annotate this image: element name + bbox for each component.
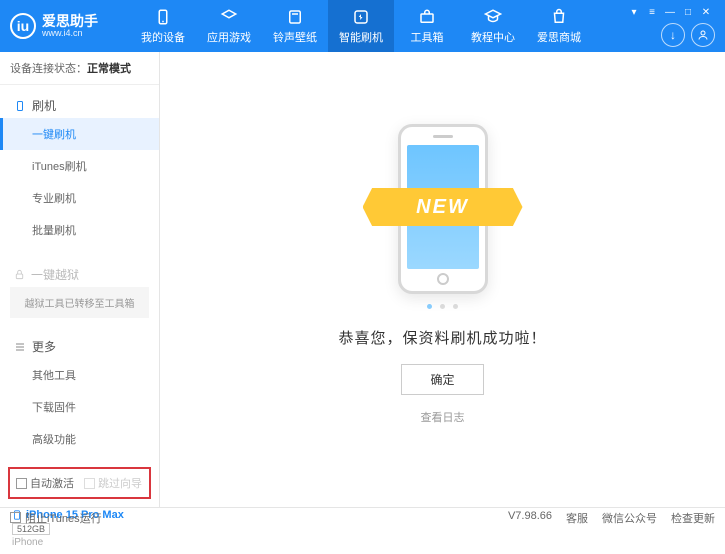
new-badge: NEW [363,188,523,226]
tutorial-icon [483,7,503,27]
menu-button[interactable]: ▾ [627,5,641,19]
sidebar: 设备连接状态：正常模式 刷机 一键刷机 iTunes刷机 专业刷机 批量刷机 一… [0,52,160,507]
options-highlight: 自动激活 跳过向导 [8,467,151,499]
window-controls: ▾ ≡ — □ ✕ [627,5,713,19]
connection-status: 设备连接状态：正常模式 [0,52,159,85]
app-header: iu 爱思助手 www.i4.cn 我的设备 应用游戏 铃声壁纸 智能刷机 工具… [0,0,725,52]
lock-icon [14,269,25,280]
device-icon [153,7,173,27]
logo-icon: iu [10,13,36,39]
sidebar-item-oneclick[interactable]: 一键刷机 [0,118,159,150]
sidebar-item-pro[interactable]: 专业刷机 [0,182,159,214]
nav-store[interactable]: 爱思商城 [526,0,592,52]
flash-icon [351,7,371,27]
account-button[interactable] [691,23,715,47]
nav-apps[interactable]: 应用游戏 [196,0,262,52]
minimize-button[interactable]: — [663,5,677,19]
pager-dots [427,304,458,309]
skip-guide-checkbox: 跳过向导 [84,475,142,491]
nav-my-device[interactable]: 我的设备 [130,0,196,52]
nav-toolbox[interactable]: 工具箱 [394,0,460,52]
success-message: 恭喜您，保资料刷机成功啦！ [338,327,546,348]
apps-icon [219,7,239,27]
sidebar-flash-header[interactable]: 刷机 [0,93,159,118]
nav-ringtones[interactable]: 铃声壁纸 [262,0,328,52]
sidebar-jailbreak-header: 一键越狱 [0,262,159,287]
sidebar-more-header[interactable]: 更多 [0,334,159,359]
sidebar-item-advanced[interactable]: 高级功能 [0,423,159,455]
nav-tutorials[interactable]: 教程中心 [460,0,526,52]
logo: iu 爱思助手 www.i4.cn [10,13,130,39]
top-nav: 我的设备 应用游戏 铃声壁纸 智能刷机 工具箱 教程中心 爱思商城 [130,0,627,52]
sidebar-item-batch[interactable]: 批量刷机 [0,214,159,246]
main-content: NEW 恭喜您，保资料刷机成功啦！ 确定 查看日志 [160,52,725,507]
sidebar-item-other[interactable]: 其他工具 [0,359,159,391]
version-label: V7.98.66 [508,510,552,526]
footer-support[interactable]: 客服 [566,510,588,526]
sidebar-item-itunes[interactable]: iTunes刷机 [0,150,159,182]
close-button[interactable]: ✕ [699,5,713,19]
app-url: www.i4.cn [42,28,98,39]
sidebar-jailbreak-note: 越狱工具已转移至工具箱 [10,287,149,318]
phone-icon [14,100,26,112]
device-type: iPhone [12,537,147,548]
skin-button[interactable]: ≡ [645,5,659,19]
ringtone-icon [285,7,305,27]
footer-update[interactable]: 检查更新 [671,510,715,526]
block-itunes-checkbox[interactable]: 阻止iTunes运行 [10,510,102,526]
footer-wechat[interactable]: 微信公众号 [602,510,657,526]
phone-illustration: NEW [398,124,488,294]
auto-activate-checkbox[interactable]: 自动激活 [16,475,74,491]
maximize-button[interactable]: □ [681,5,695,19]
list-icon [14,341,26,353]
store-icon [549,7,569,27]
nav-flash[interactable]: 智能刷机 [328,0,394,52]
ok-button[interactable]: 确定 [401,364,483,395]
toolbox-icon [417,7,437,27]
download-button[interactable]: ↓ [661,23,685,47]
sidebar-item-firmware[interactable]: 下载固件 [0,391,159,423]
app-title: 爱思助手 [42,14,98,28]
view-log-link[interactable]: 查看日志 [421,409,465,425]
